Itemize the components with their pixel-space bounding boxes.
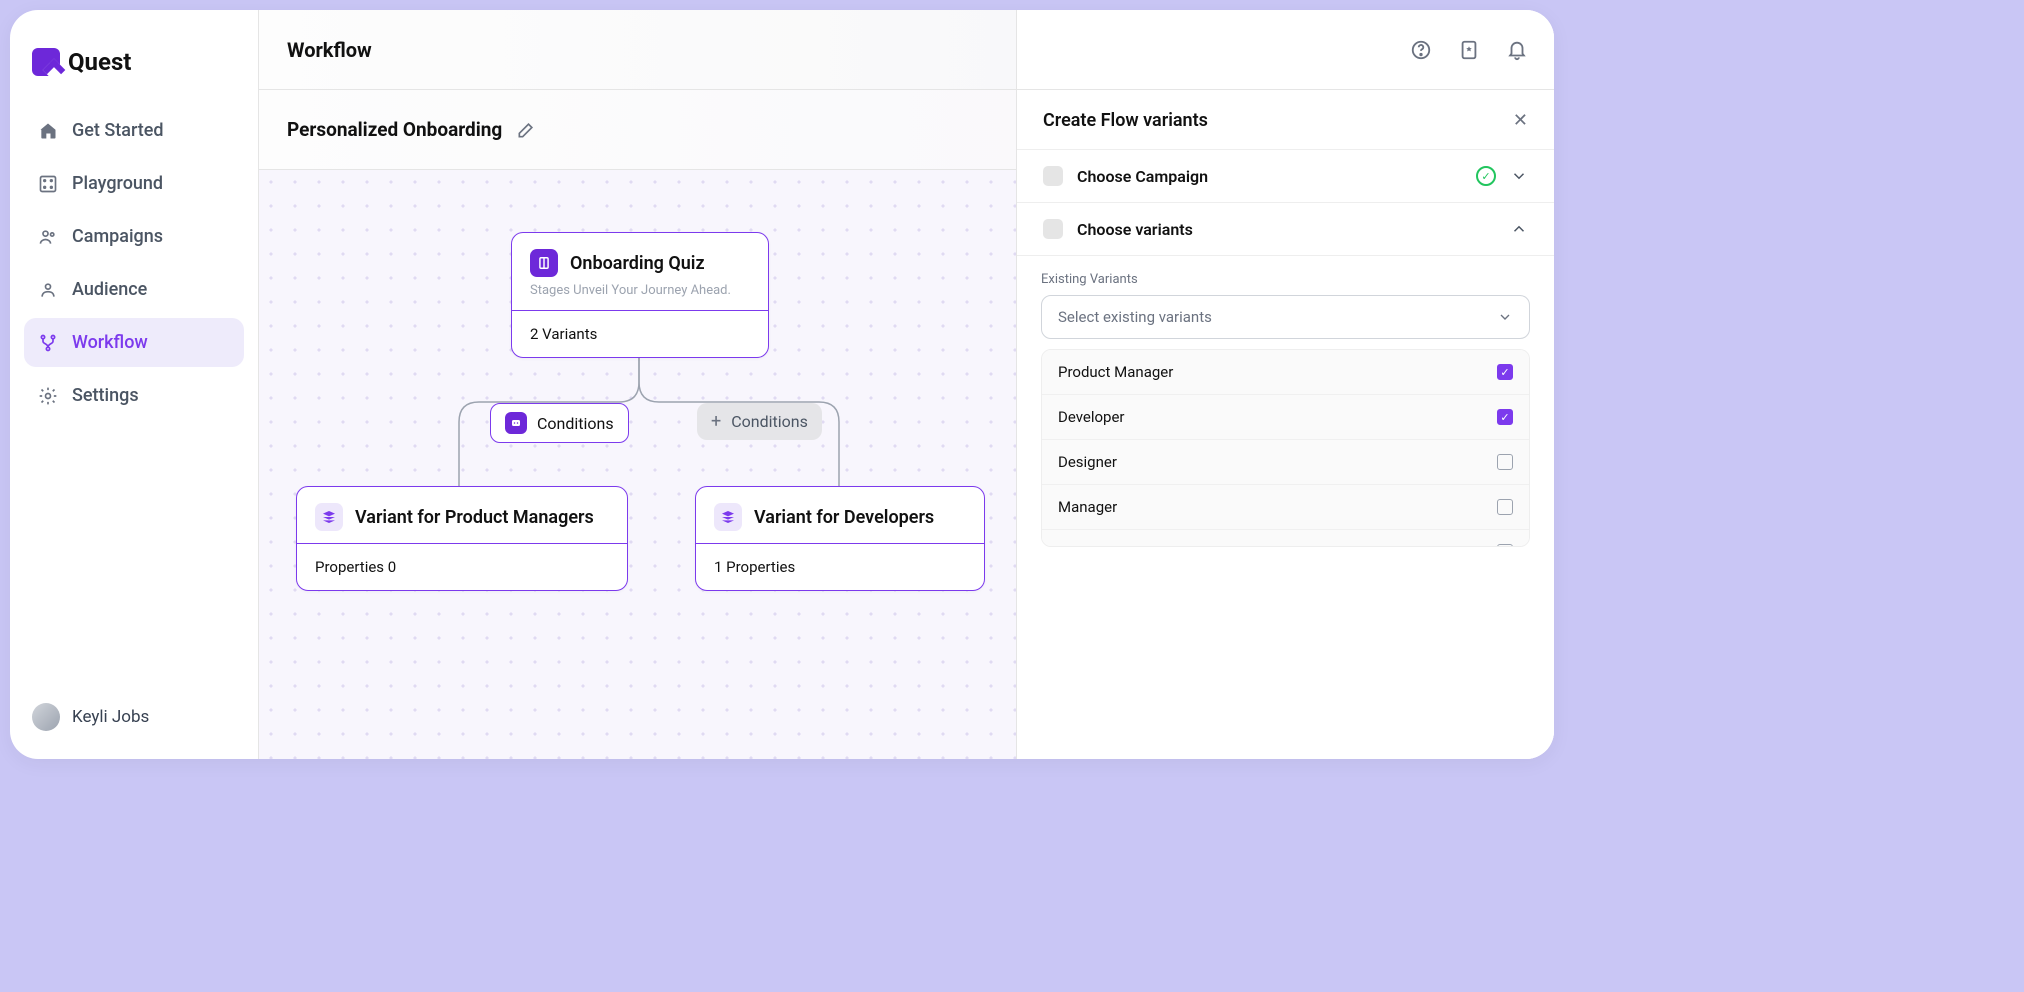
checkbox[interactable] xyxy=(1497,544,1513,547)
nav-label: Get Started xyxy=(72,120,164,141)
node-onboarding-quiz[interactable]: Onboarding Quiz Stages Unveil Your Journ… xyxy=(511,232,769,358)
section-label: Choose variants xyxy=(1077,220,1496,239)
variants-icon xyxy=(1043,219,1063,239)
nav-get-started[interactable]: Get Started xyxy=(24,106,244,155)
avatar xyxy=(32,703,60,731)
option-label: Manager xyxy=(1058,498,1117,516)
robot-icon xyxy=(505,412,527,434)
nav-label: Settings xyxy=(72,385,139,406)
chevron-up-icon xyxy=(1510,220,1528,238)
node-title: Variant for Developers xyxy=(754,507,934,528)
option-label: Developer xyxy=(1058,408,1125,426)
chevron-down-icon xyxy=(1497,309,1513,325)
nav-label: Audience xyxy=(72,279,147,300)
nav-playground[interactable]: Playground xyxy=(24,159,244,208)
nav: Get Started Playground Campaigns Audienc… xyxy=(24,106,244,420)
user-menu[interactable]: Keyli Jobs xyxy=(24,693,244,741)
option-label: Product Manager xyxy=(1058,363,1173,381)
pill-label: Conditions xyxy=(731,412,808,431)
panel-title: Create Flow variants xyxy=(1043,110,1208,131)
variant-option[interactable]: Manager xyxy=(1042,485,1529,530)
variant-option[interactable]: Product Manager ✓ xyxy=(1042,350,1529,395)
workflow-name: Personalized Onboarding xyxy=(287,118,502,141)
panel-topbar xyxy=(1017,10,1554,90)
logo-icon xyxy=(32,48,60,76)
nav-campaigns[interactable]: Campaigns xyxy=(24,212,244,261)
sidebar: Quest Get Started Playground Campaigns A… xyxy=(10,10,259,759)
node-title: Onboarding Quiz xyxy=(570,253,705,274)
person-icon xyxy=(38,280,58,300)
app-frame: Quest Get Started Playground Campaigns A… xyxy=(10,10,1554,759)
field-label: Existing Variants xyxy=(1041,272,1530,287)
variant-option[interactable]: Marketing Manager xyxy=(1042,530,1529,547)
conditions-pill-active[interactable]: Conditions xyxy=(490,403,629,443)
section-label: Choose Campaign xyxy=(1077,167,1462,186)
campaign-icon xyxy=(1043,166,1063,186)
main: Workflow Personalized Onboarding xyxy=(259,10,1554,759)
checkbox[interactable] xyxy=(1497,454,1513,470)
node-subtitle: Stages Unveil Your Journey Ahead. xyxy=(530,283,750,298)
node-title: Variant for Product Managers xyxy=(355,507,594,528)
edit-icon[interactable] xyxy=(516,120,536,140)
node-footer: Properties 0 xyxy=(297,543,627,590)
variant-option[interactable]: Designer xyxy=(1042,440,1529,485)
existing-variants-select[interactable]: Select existing variants xyxy=(1041,295,1530,339)
variant-option[interactable]: Developer ✓ xyxy=(1042,395,1529,440)
checkbox[interactable] xyxy=(1497,499,1513,515)
checkbox[interactable]: ✓ xyxy=(1497,364,1513,380)
nav-label: Playground xyxy=(72,173,163,194)
logo[interactable]: Quest xyxy=(24,28,244,106)
node-variant-dev[interactable]: Variant for Developers 1 Properties xyxy=(695,486,985,591)
home-icon xyxy=(38,121,58,141)
option-label: Marketing Manager xyxy=(1058,543,1188,547)
grid-icon xyxy=(38,174,58,194)
help-icon[interactable] xyxy=(1410,39,1432,61)
bell-icon[interactable] xyxy=(1506,39,1528,61)
layers-icon xyxy=(714,503,742,531)
conditions-pill-add[interactable]: + Conditions xyxy=(697,403,822,440)
nav-workflow[interactable]: Workflow xyxy=(24,318,244,367)
pill-label: Conditions xyxy=(537,414,614,433)
nav-label: Workflow xyxy=(72,332,148,353)
logo-text: Quest xyxy=(68,48,131,76)
option-label: Designer xyxy=(1058,453,1117,471)
branch-icon xyxy=(38,333,58,353)
section-choose-variants[interactable]: Choose variants xyxy=(1017,203,1554,256)
node-variant-pm[interactable]: Variant for Product Managers Properties … xyxy=(296,486,628,591)
section-choose-campaign[interactable]: Choose Campaign ✓ xyxy=(1017,149,1554,203)
nav-audience[interactable]: Audience xyxy=(24,265,244,314)
variant-options: Product Manager ✓ Developer ✓ Designer Manage… xyxy=(1041,349,1530,547)
notes-icon[interactable] xyxy=(1458,39,1480,61)
nav-label: Campaigns xyxy=(72,226,163,247)
quiz-icon xyxy=(530,249,558,277)
node-footer: 1 Properties xyxy=(696,543,984,590)
check-circle-icon: ✓ xyxy=(1476,166,1496,186)
users-icon xyxy=(38,227,58,247)
page-title: Workflow xyxy=(287,38,372,62)
nav-settings[interactable]: Settings xyxy=(24,371,244,420)
plus-icon: + xyxy=(711,411,721,432)
gear-icon xyxy=(38,386,58,406)
right-panel: Create Flow variants ✕ Choose Campaign ✓… xyxy=(1016,10,1554,759)
checkbox[interactable]: ✓ xyxy=(1497,409,1513,425)
panel-header: Create Flow variants ✕ xyxy=(1017,90,1554,149)
user-name: Keyli Jobs xyxy=(72,707,149,727)
layers-icon xyxy=(315,503,343,531)
chevron-down-icon xyxy=(1510,167,1528,185)
node-footer: 2 Variants xyxy=(512,310,768,357)
close-icon[interactable]: ✕ xyxy=(1513,110,1528,131)
select-placeholder: Select existing variants xyxy=(1058,308,1212,326)
panel-body: Existing Variants Select existing varian… xyxy=(1017,256,1554,563)
